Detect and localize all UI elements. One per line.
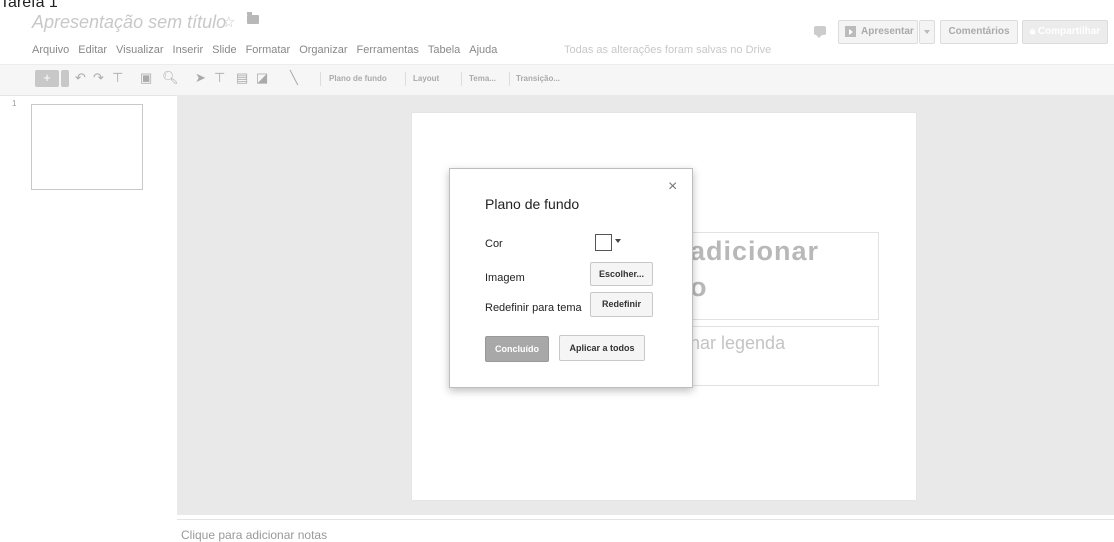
- slide-number: 1: [12, 99, 17, 108]
- zoom-fit-icon[interactable]: ▣: [140, 70, 152, 86]
- menu-organizar[interactable]: Organizar: [299, 44, 347, 56]
- toolbar-separator: [461, 72, 462, 86]
- menu-tabela[interactable]: Tabela: [428, 44, 460, 56]
- present-dropdown-button[interactable]: [919, 20, 935, 44]
- chat-icon[interactable]: [814, 26, 826, 38]
- title-placeholder-text: adicionar: [690, 236, 820, 266]
- menu-ferramentas[interactable]: Ferramentas: [357, 44, 419, 56]
- chevron-down-icon[interactable]: [615, 239, 621, 243]
- layout-button[interactable]: Layout: [413, 74, 439, 83]
- notes-placeholder: Clique para adicionar notas: [181, 528, 328, 542]
- new-slide-button[interactable]: +: [35, 70, 59, 87]
- text-box-icon[interactable]: ⊤: [214, 70, 225, 86]
- paint-format-icon[interactable]: ⊤: [112, 70, 123, 86]
- folder-icon[interactable]: [247, 12, 259, 24]
- menu-slide[interactable]: Slide: [212, 44, 236, 56]
- lock-icon: 🔒︎: [1029, 26, 1036, 37]
- image-label: Imagem: [485, 272, 525, 284]
- shape-icon[interactable]: ◪: [256, 70, 268, 86]
- reset-theme-label: Redefinir para tema: [485, 302, 582, 314]
- subtitle-placeholder-text: nar legenda: [690, 333, 786, 353]
- present-button[interactable]: Apresentar: [838, 20, 918, 44]
- toolbar-separator: [405, 72, 406, 86]
- clipped-heading: Tarefa 1: [0, 0, 58, 11]
- dialog-title: Plano de fundo: [485, 196, 580, 212]
- menu-bar: Arquivo Editar Visualizar Inserir Slide …: [32, 44, 506, 56]
- save-status: Todas as alterações foram salvas no Driv…: [564, 44, 772, 56]
- menu-formatar[interactable]: Formatar: [246, 44, 291, 56]
- new-slide-dropdown[interactable]: [61, 70, 69, 87]
- star-icon[interactable]: ☆: [222, 13, 235, 31]
- color-label: Cor: [485, 238, 503, 250]
- close-icon[interactable]: ×: [668, 178, 677, 196]
- menu-ajuda[interactable]: Ajuda: [469, 44, 497, 56]
- toolbar-separator: [320, 72, 321, 86]
- slide-thumbnail[interactable]: [31, 104, 143, 190]
- color-picker[interactable]: [595, 234, 612, 251]
- menu-inserir[interactable]: Inserir: [173, 44, 204, 56]
- comments-button[interactable]: Comentários: [940, 20, 1018, 44]
- menu-arquivo[interactable]: Arquivo: [32, 44, 69, 56]
- transition-button[interactable]: Transição...: [516, 74, 560, 83]
- choose-image-button[interactable]: Escolher...: [590, 262, 653, 286]
- line-icon[interactable]: ╲: [290, 70, 298, 86]
- background-button[interactable]: Plano de fundo: [329, 74, 387, 83]
- reset-button[interactable]: Redefinir: [590, 292, 653, 317]
- apply-all-button[interactable]: Aplicar a todos: [559, 335, 645, 361]
- menu-editar[interactable]: Editar: [78, 44, 107, 56]
- image-icon[interactable]: ▤: [236, 70, 248, 86]
- present-label: Apresentar: [861, 26, 914, 37]
- menu-visualizar[interactable]: Visualizar: [116, 44, 164, 56]
- redo-icon[interactable]: ↷: [93, 70, 104, 86]
- zoom-icon[interactable]: 🔍︎: [162, 70, 179, 86]
- share-label: Compartilhar: [1037, 26, 1101, 37]
- play-icon: [845, 26, 856, 37]
- document-title[interactable]: Apresentação sem título: [32, 12, 226, 33]
- undo-icon[interactable]: ↶: [75, 70, 86, 86]
- theme-button[interactable]: Tema...: [469, 74, 496, 83]
- share-button[interactable]: 🔒︎ Compartilhar: [1022, 20, 1108, 44]
- toolbar-separator: [509, 72, 510, 86]
- done-button[interactable]: Concluído: [485, 336, 549, 362]
- select-icon[interactable]: ➤: [195, 70, 206, 86]
